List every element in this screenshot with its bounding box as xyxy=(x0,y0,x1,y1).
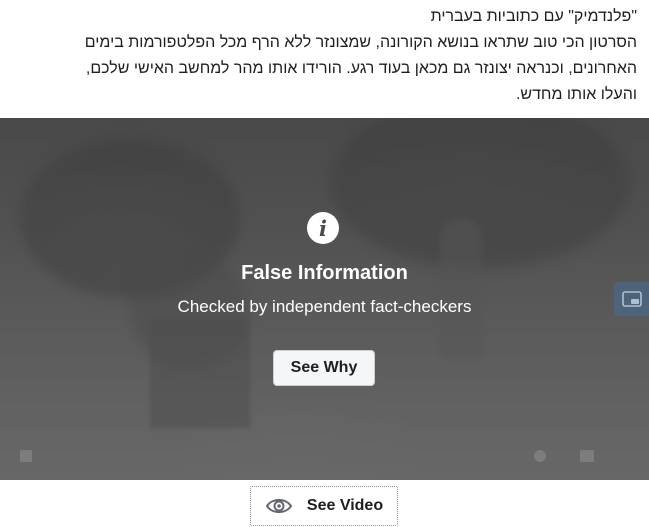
video-controls xyxy=(20,450,594,462)
video-thumbnail[interactable]: i False Information Checked by independe… xyxy=(0,118,649,480)
info-icon: i xyxy=(307,212,339,244)
eye-icon xyxy=(265,499,293,513)
post-text: "פלנדמיק" עם כתוביות בעברית הסרטון הכי ט… xyxy=(20,4,637,108)
warning-title: False Information xyxy=(241,262,408,284)
post-line: הסרטון הכי טוב שתראו בנושא הקורונה, שמצו… xyxy=(84,34,637,51)
see-why-button[interactable]: See Why xyxy=(273,350,375,386)
see-video-label: See Video xyxy=(306,497,384,514)
post-line: והעלו אותו מחדש. xyxy=(515,86,637,103)
post-line: האחרונים, וכנראה יצונזר גם מכאן בעוד רגע… xyxy=(85,60,637,77)
see-video-button[interactable]: See Video xyxy=(250,486,398,526)
warning-subtitle: Checked by independent fact-checkers xyxy=(177,297,472,316)
picture-in-picture-icon[interactable] xyxy=(614,282,649,316)
post-line: "פלנדמיק" עם כתוביות בעברית xyxy=(430,8,637,25)
false-information-overlay: i False Information Checked by independe… xyxy=(0,118,649,480)
